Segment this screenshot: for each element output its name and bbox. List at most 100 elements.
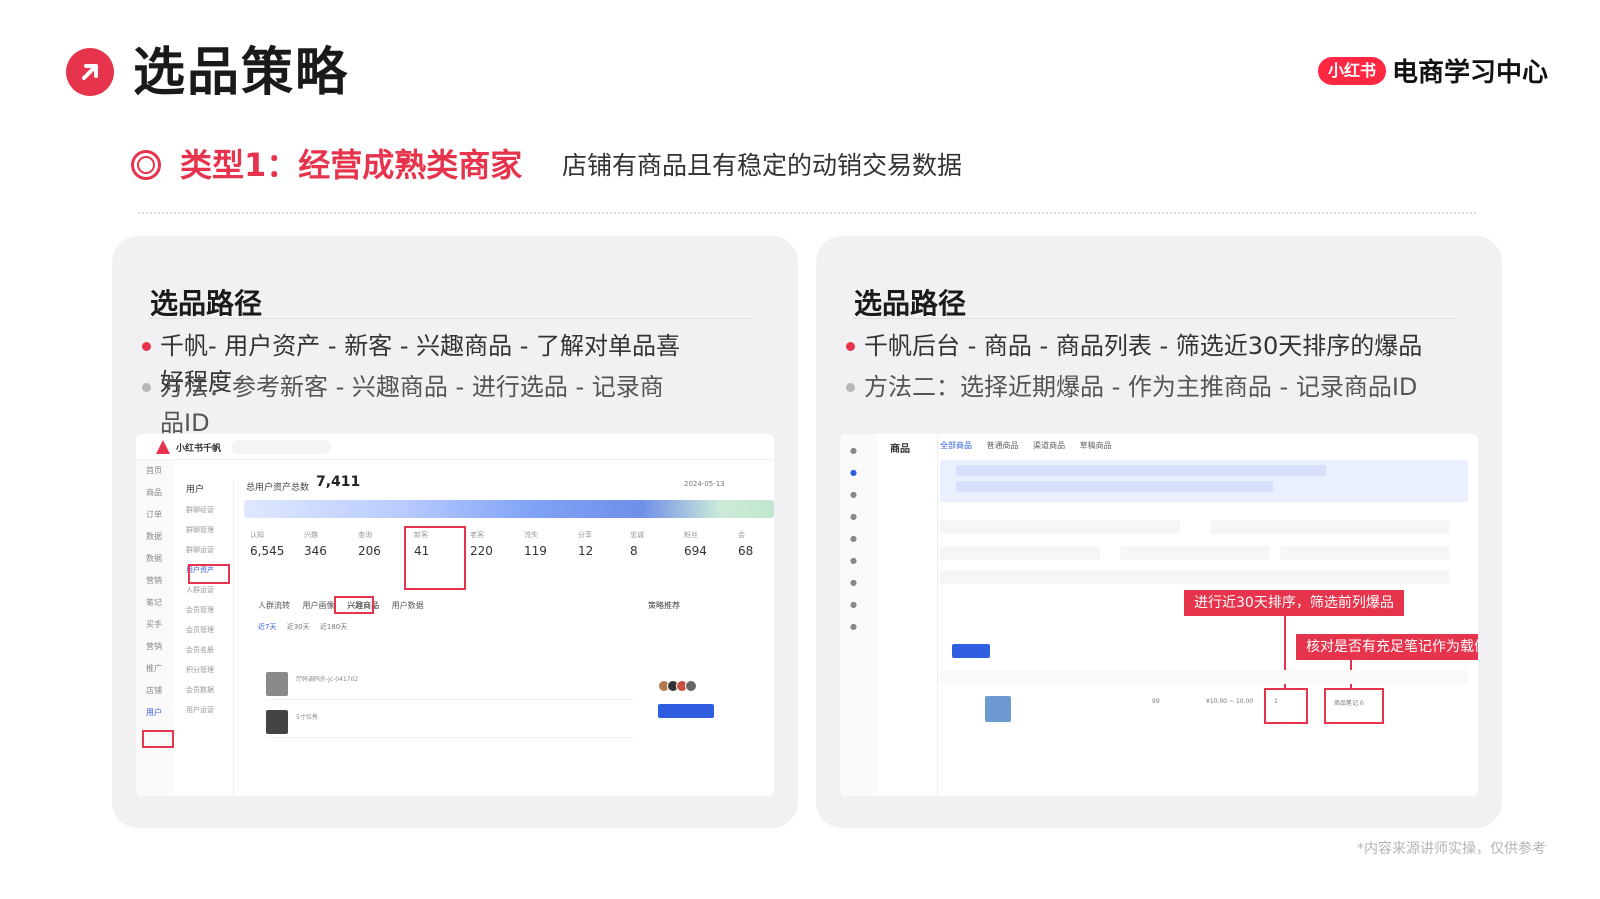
- tab-all-products[interactable]: 全部商品: [940, 441, 972, 450]
- sub-nav-item[interactable]: 会员管理: [174, 620, 233, 640]
- tab-crowd-flow[interactable]: 人群流转: [258, 601, 290, 610]
- sub-nav-item[interactable]: 群聊管理: [174, 520, 233, 540]
- side-nav-item[interactable]: 营销: [136, 636, 174, 658]
- side-nav-item[interactable]: 营销: [136, 570, 174, 592]
- tab-user-data[interactable]: 用户数据: [392, 601, 424, 610]
- panel-heading: 选品路径: [854, 287, 967, 320]
- category-select[interactable]: [1210, 520, 1450, 534]
- metric-value: 206: [358, 544, 381, 558]
- metric-label: 认知: [250, 531, 264, 539]
- product-name: 厅码调码外-jc-041702: [296, 676, 359, 683]
- notice-line: [956, 465, 1326, 476]
- side-nav-item[interactable]: 商品: [136, 482, 174, 504]
- search-input[interactable]: [231, 440, 331, 454]
- side-nav-item[interactable]: ●: [840, 440, 878, 462]
- side-nav-item[interactable]: 订单: [136, 504, 174, 526]
- metric-label: 忠诚: [630, 531, 644, 539]
- sub-nav-item[interactable]: 群聊运营: [174, 540, 233, 560]
- chip-180d[interactable]: 近180天: [320, 623, 347, 631]
- sub-nav: 用户 群聊经营 群聊管理 群聊运营 用户资产 人群运营 会员管理 会员管理 会员…: [174, 480, 234, 796]
- product-thumbnail: [985, 696, 1011, 722]
- right-panel: 选品路径 千帆后台 - 商品 - 商品列表 - 筛选近30天排序的爆品 方法二：…: [816, 236, 1502, 828]
- side-nav-item[interactable]: 店铺: [136, 680, 174, 702]
- side-nav-item[interactable]: 笔记: [136, 592, 174, 614]
- side-nav-item[interactable]: ●: [840, 550, 878, 572]
- sub-nav-item[interactable]: 会员名册: [174, 640, 233, 660]
- arrow-up-right-icon: [66, 48, 114, 96]
- brand-logo: 小红书 电商学习中心: [1317, 52, 1548, 89]
- footnote: *内容来源讲师实操，仅供参考: [1357, 841, 1546, 857]
- metric-value: 8: [630, 544, 638, 558]
- brand-badge: 小红书: [1317, 56, 1386, 85]
- metric-card: 粉丝 694: [684, 530, 736, 558]
- stat-total-value: 7,411: [316, 474, 361, 490]
- tab-normal-products[interactable]: 普通商品: [987, 441, 1019, 450]
- bullet-item: 千帆- 用户资产 - 新客 - 兴趣商品 - 了解对单品喜: [142, 328, 681, 364]
- stock-cell: 99: [1152, 698, 1160, 705]
- section-title: 商品: [890, 444, 910, 455]
- tab-channel-products[interactable]: 渠道商品: [1033, 441, 1065, 450]
- highlight-box: [1324, 688, 1384, 724]
- time-filter: 近7天 近30天 近180天: [258, 622, 347, 632]
- metric-label: 流失: [524, 531, 538, 539]
- side-nav-item[interactable]: ●: [840, 594, 878, 616]
- product-name-input[interactable]: [940, 520, 1180, 534]
- table-row[interactable]: 5寸位秀: [266, 708, 636, 738]
- avatar-group: [658, 680, 697, 692]
- tab-draft-products[interactable]: 草稿商品: [1080, 441, 1112, 450]
- side-nav-item[interactable]: 数据: [136, 548, 174, 570]
- side-nav-item[interactable]: ●: [840, 572, 878, 594]
- side-nav-item[interactable]: 首页: [136, 460, 174, 482]
- section-type-title: 类型1：经营成熟类商家: [180, 146, 523, 184]
- chip-30d[interactable]: 近30天: [287, 623, 310, 631]
- sub-nav-item[interactable]: 会员数据: [174, 680, 233, 700]
- metric-label: 兴趣: [304, 531, 318, 539]
- bullet-text: 千帆- 用户资产 - 新客 - 兴趣商品 - 了解对单品喜: [160, 332, 681, 360]
- status-select[interactable]: [940, 546, 1100, 560]
- bullet-dot-icon: [846, 342, 855, 351]
- ship-time-select[interactable]: [1280, 546, 1450, 560]
- sub-nav-item[interactable]: 用户运营: [174, 700, 233, 720]
- id-input[interactable]: [940, 570, 1450, 584]
- sub-nav-item[interactable]: 积分管理: [174, 660, 233, 680]
- metric-value: 119: [524, 544, 547, 558]
- sub-nav-item[interactable]: 会员管理: [174, 600, 233, 620]
- qianfan-product-list-screenshot: ● ● ● ● ● ● ● ● ● 商品 全部商品 普通商品 渠道商品 草稿商品: [840, 434, 1478, 796]
- metric-card: 查询 206: [358, 530, 410, 558]
- side-nav-item[interactable]: ●: [840, 616, 878, 638]
- product-tabs: 全部商品 普通商品 渠道商品 草稿商品: [940, 440, 1112, 451]
- side-nav-item[interactable]: 买手: [136, 614, 174, 636]
- tab-user-profile[interactable]: 用户画像: [303, 601, 335, 610]
- date-picker[interactable]: 2024-05-13: [684, 480, 725, 488]
- panel-heading: 选品路径: [150, 287, 263, 320]
- sub-nav-item[interactable]: 群聊经营: [174, 500, 233, 520]
- metric-card: 认知 6,545: [250, 530, 302, 558]
- side-nav-item[interactable]: ●: [840, 528, 878, 550]
- metric-value: 68: [738, 544, 754, 558]
- metric-card: 分享 12: [578, 530, 630, 558]
- side-nav-item[interactable]: 数据: [136, 526, 174, 548]
- left-panel: 选品路径 千帆- 用户资产 - 新客 - 兴趣商品 - 了解对单品喜 好程度 方…: [112, 236, 798, 828]
- type-select[interactable]: [1120, 546, 1270, 560]
- table-header: [940, 670, 1468, 684]
- metric-label: 老客: [470, 531, 484, 539]
- page-title: 选品策略: [133, 43, 350, 103]
- strategy-action-button[interactable]: [658, 704, 714, 718]
- bullet-item: 方法二：选择近期爆品 - 作为主推商品 - 记录商品ID: [846, 369, 1417, 405]
- sub-nav-item[interactable]: 用户: [174, 480, 233, 500]
- metric-card: 忠诚 8: [630, 530, 682, 558]
- table-row[interactable]: 厅码调码外-jc-041702: [266, 670, 636, 700]
- chip-7d[interactable]: 近7天: [258, 623, 276, 631]
- side-nav-item-user[interactable]: 用户: [136, 702, 174, 724]
- side-nav-item[interactable]: ●: [840, 462, 878, 484]
- side-nav-item[interactable]: ●: [840, 484, 878, 506]
- side-nav-item[interactable]: ●: [840, 506, 878, 528]
- brand-name: 电商学习中心: [1391, 58, 1548, 88]
- app-logo-text: 小红书千帆: [176, 444, 222, 454]
- publish-product-button[interactable]: [952, 644, 990, 658]
- metric-card: 会 68: [738, 530, 774, 558]
- product-thumbnail: [266, 710, 288, 734]
- funnel-bar: [244, 500, 774, 518]
- bullet-dot-icon: [846, 383, 855, 392]
- side-nav-item[interactable]: 推广: [136, 658, 174, 680]
